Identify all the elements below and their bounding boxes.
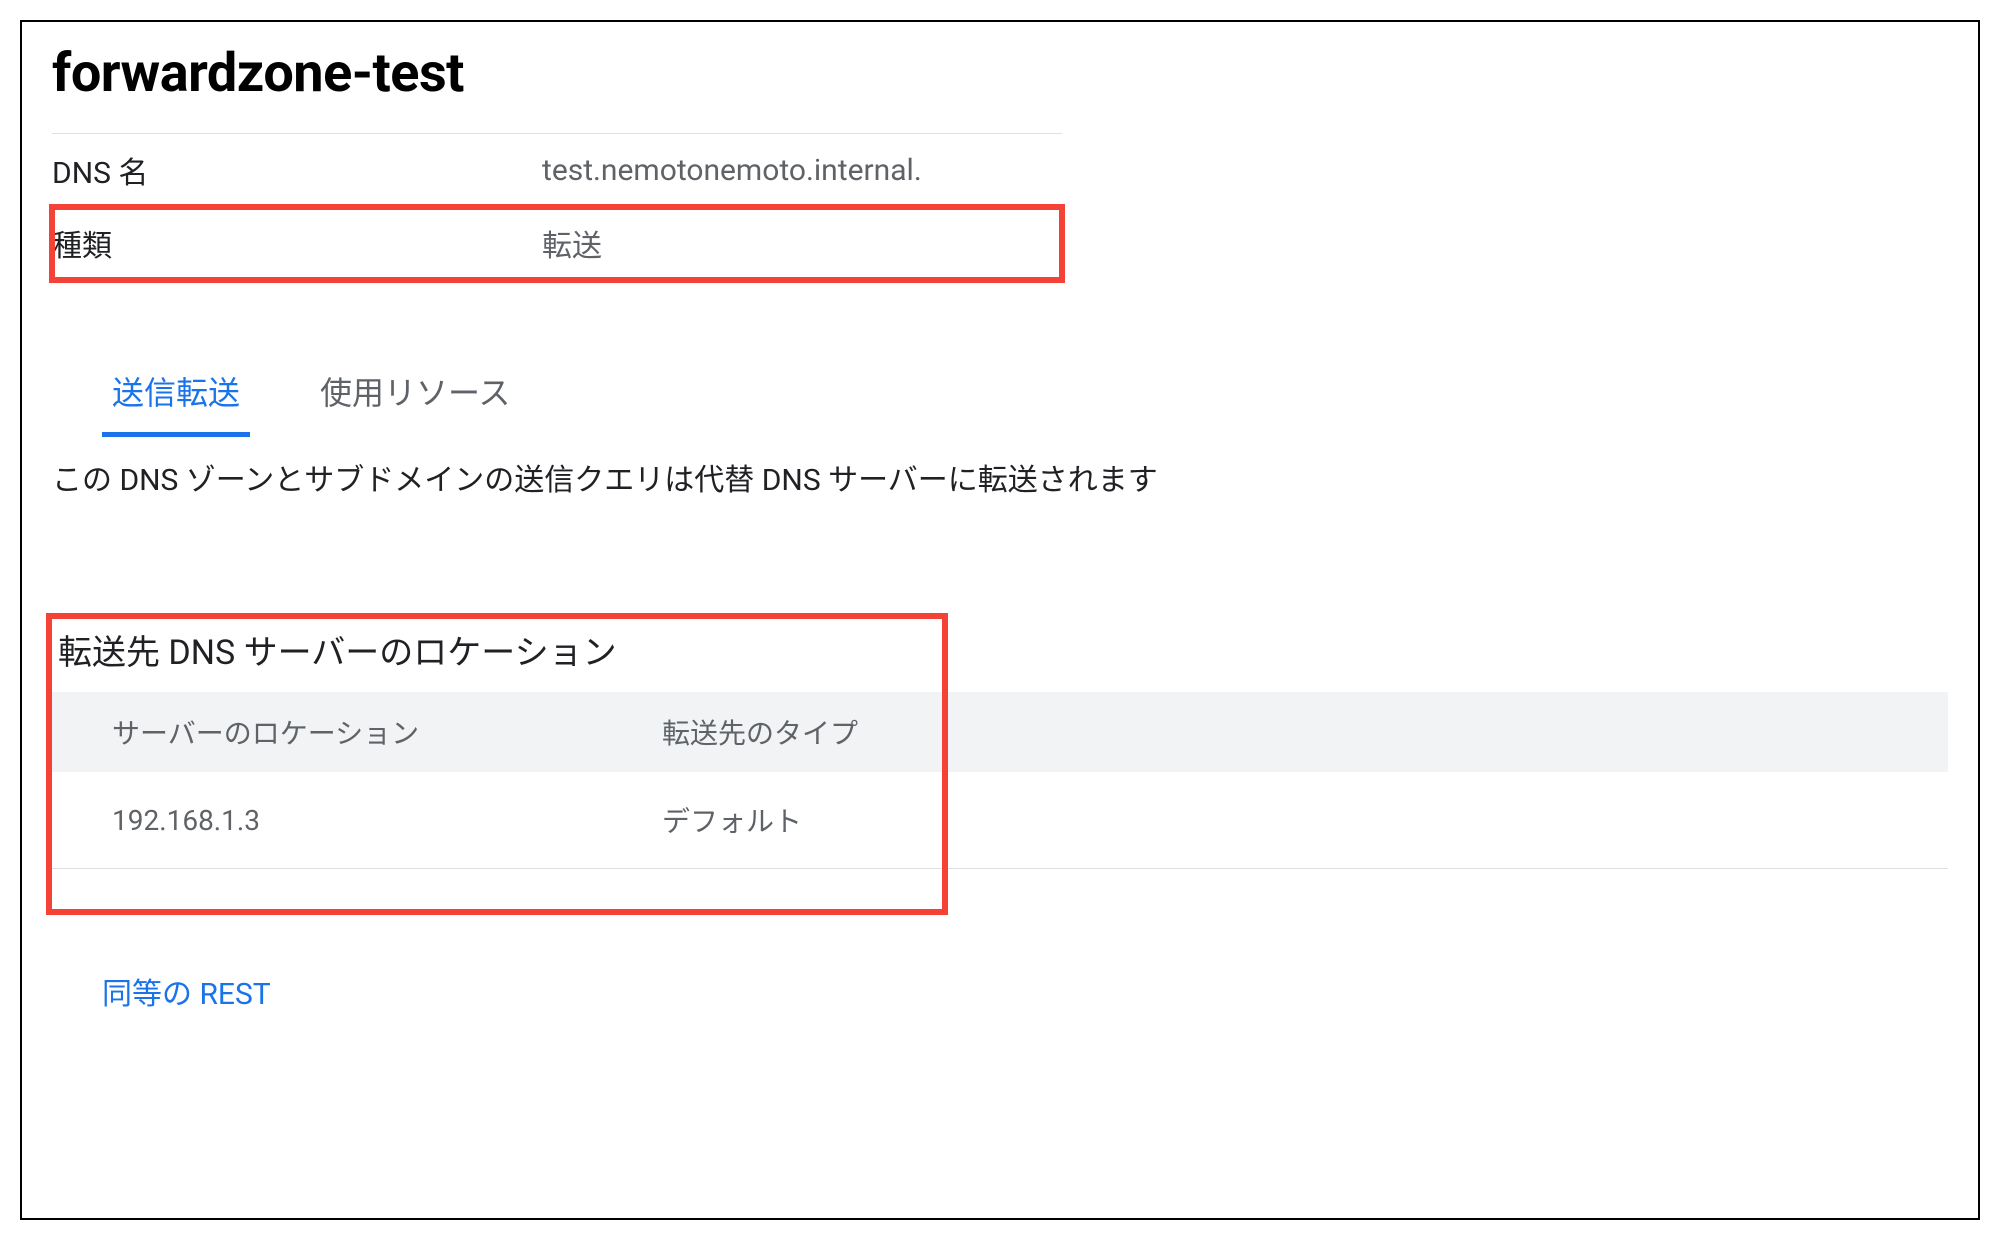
property-row: DNS 名test.nemotonemoto.internal.	[52, 134, 1062, 207]
cell-forwarding-type: デフォルト	[602, 772, 1948, 869]
property-value: 転送	[542, 207, 1062, 280]
property-label: 種類	[52, 207, 542, 280]
page-title: forwardzone-test	[52, 42, 1948, 105]
tab-outbound-forwarding[interactable]: 送信転送	[102, 350, 250, 437]
forwarding-section-title: 転送先 DNS サーバーのロケーション	[52, 625, 1948, 674]
forwarding-table: サーバーのロケーション 転送先のタイプ 192.168.1.3デフォルト	[52, 692, 1948, 869]
column-header-location: サーバーのロケーション	[52, 692, 602, 772]
properties-table: DNS 名test.nemotonemoto.internal.種類転送	[52, 133, 1062, 280]
property-row: 種類転送	[52, 207, 1062, 280]
property-label: DNS 名	[52, 134, 542, 207]
cell-server-location: 192.168.1.3	[52, 772, 602, 869]
forwarding-section: 転送先 DNS サーバーのロケーション サーバーのロケーション 転送先のタイプ …	[52, 619, 1948, 909]
tab-used-resources[interactable]: 使用リソース	[310, 350, 520, 437]
column-header-type: 転送先のタイプ	[602, 692, 1948, 772]
zone-detail-panel: forwardzone-test DNS 名test.nemotonemoto.…	[20, 20, 1980, 1220]
tab-description: この DNS ゾーンとサブドメインの送信クエリは代替 DNS サーバーに転送され…	[52, 455, 1948, 499]
property-value: test.nemotonemoto.internal.	[542, 134, 1062, 207]
equivalent-rest-link[interactable]: 同等の REST	[52, 969, 1948, 1013]
table-row: 192.168.1.3デフォルト	[52, 772, 1948, 869]
tab-bar: 送信転送使用リソース	[52, 350, 1948, 437]
